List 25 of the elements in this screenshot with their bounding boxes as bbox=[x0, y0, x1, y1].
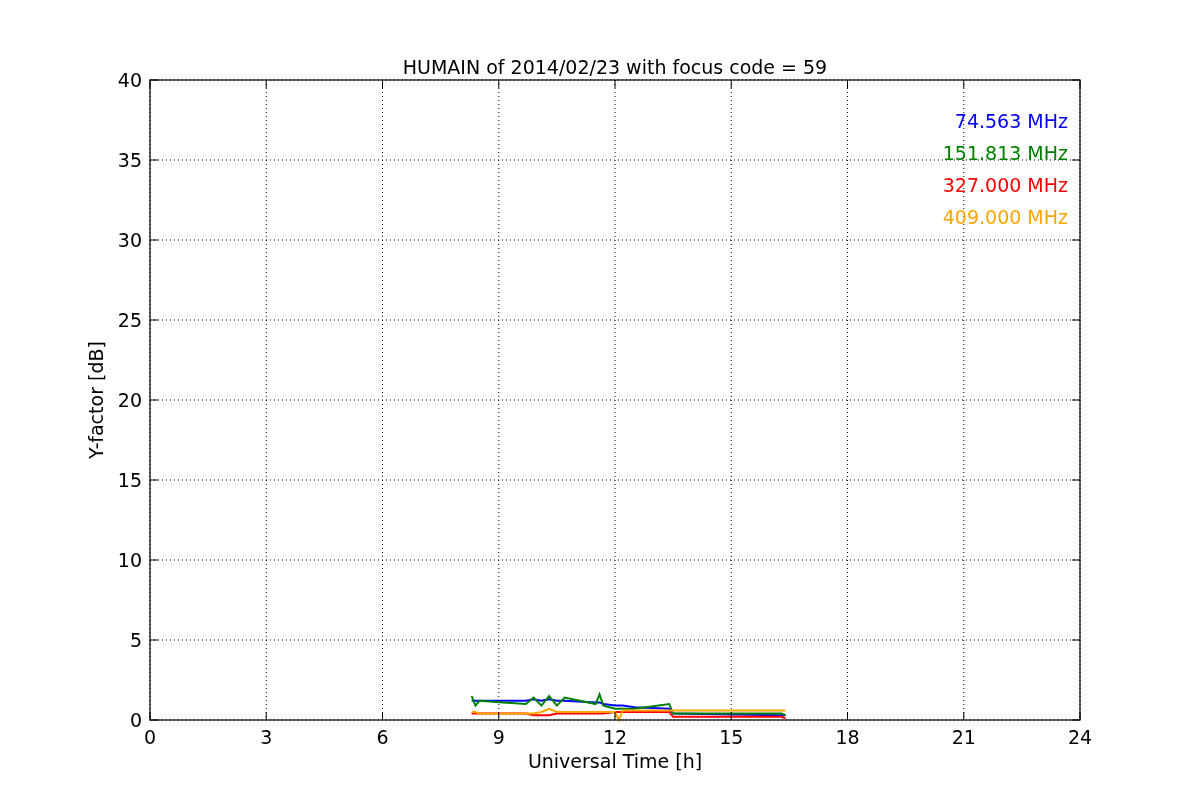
x-tick-label: 3 bbox=[260, 726, 273, 748]
x-tick-label: 21 bbox=[951, 726, 976, 748]
x-tick-label: 12 bbox=[602, 726, 628, 748]
legend-label: 327.000 MHz bbox=[942, 174, 1068, 196]
x-tick-label: 6 bbox=[376, 726, 389, 748]
x-tick-label: 15 bbox=[719, 726, 744, 748]
x-tick-label: 24 bbox=[1067, 726, 1093, 748]
y-axis-label: Y-factor [dB] bbox=[85, 341, 107, 459]
y-tick-label: 35 bbox=[117, 149, 142, 171]
y-tick-label: 30 bbox=[117, 229, 142, 251]
legend-label: 409.000 MHz bbox=[942, 206, 1068, 228]
y-tick-label: 5 bbox=[129, 629, 142, 651]
x-tick-label: 18 bbox=[835, 726, 860, 748]
y-tick-label: 10 bbox=[117, 549, 142, 571]
legend-label: 74.563 MHz bbox=[954, 110, 1068, 132]
x-tick-label: 0 bbox=[143, 726, 157, 748]
legend-label: 151.813 MHz bbox=[942, 142, 1068, 164]
x-axis-label: Universal Time [h] bbox=[527, 750, 703, 772]
y-tick-label: 40 bbox=[117, 69, 142, 91]
y-tick-label: 15 bbox=[117, 469, 142, 491]
y-tick-label: 20 bbox=[117, 389, 142, 411]
y-tick-label: 0 bbox=[129, 709, 142, 731]
chart-title: HUMAIN of 2014/02/23 with focus code = 59 bbox=[402, 56, 828, 78]
y-tick-label: 25 bbox=[117, 309, 142, 331]
x-tick-label: 9 bbox=[492, 726, 505, 748]
